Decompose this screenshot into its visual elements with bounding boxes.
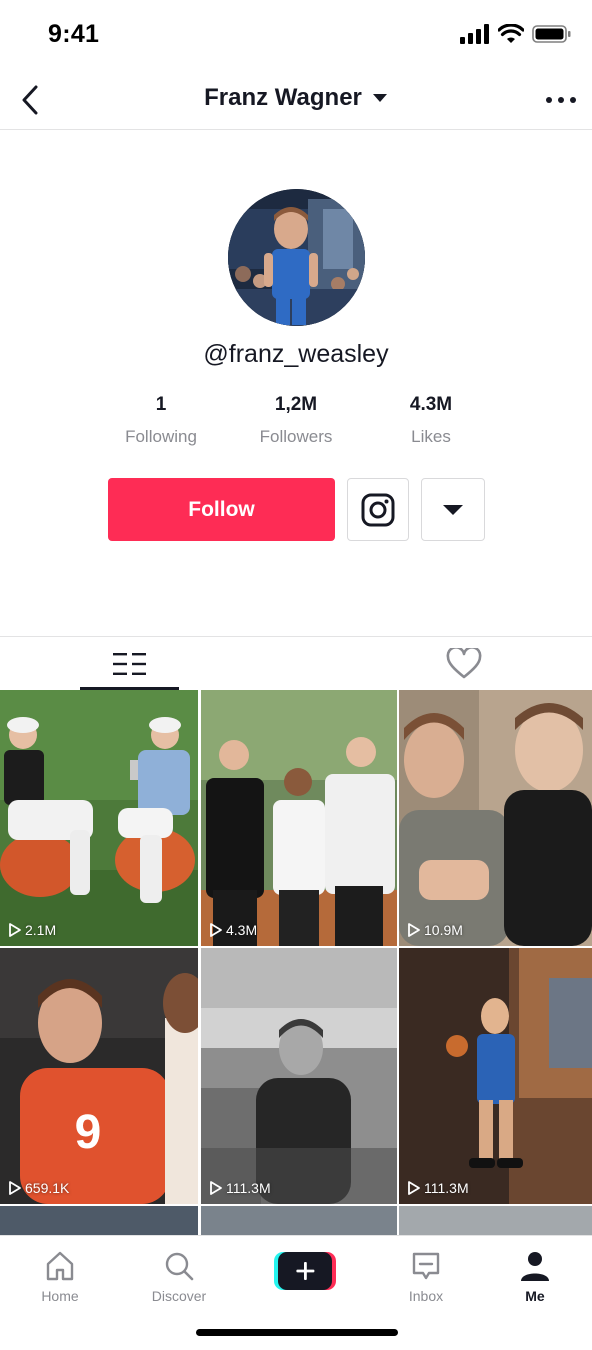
- video-thumbnail-image: [0, 690, 198, 946]
- profile-tabs: [0, 636, 592, 690]
- nav-discover-label: Discover: [151, 1288, 207, 1304]
- nav-me[interactable]: Me: [490, 1248, 580, 1304]
- followers-count: 1,2M: [274, 394, 318, 415]
- avatar-photo: [228, 189, 365, 326]
- ellipsis-icon: [546, 97, 576, 103]
- video-thumbnail-image: [399, 948, 592, 1204]
- status-time: 9:41: [48, 20, 100, 48]
- play-outline-icon: [210, 923, 222, 937]
- video-thumbnail-image: [201, 948, 397, 1204]
- following-label: Following: [125, 427, 197, 446]
- battery-icon: [532, 25, 571, 43]
- video-thumbnail[interactable]: [399, 1206, 592, 1235]
- status-icons: [460, 24, 572, 44]
- caret-down-icon: [443, 504, 463, 515]
- nav-me-label: Me: [525, 1288, 545, 1304]
- video-thumbnail[interactable]: 111.3M: [201, 948, 397, 1204]
- likes-count: 4.3M: [409, 394, 453, 415]
- followers-label: Followers: [259, 427, 333, 446]
- video-thumbnail-image: [201, 690, 397, 946]
- view-count: 4.3M: [208, 922, 257, 938]
- profile-handle: @franz_weasley: [203, 340, 389, 368]
- follow-button[interactable]: Follow: [108, 478, 335, 541]
- play-outline-icon: [408, 923, 420, 937]
- search-icon: [165, 1252, 194, 1281]
- plus-icon: [274, 1252, 336, 1290]
- video-grid: 2.1M 4.3M 10.9M 9 659.1K 111.3M 111.3M: [0, 690, 592, 1235]
- more-options-button[interactable]: [546, 88, 576, 112]
- bottom-nav: Home Discover Inbox Me: [0, 1235, 592, 1350]
- stat-followers[interactable]: 1,2M Followers: [221, 392, 371, 447]
- status-bar: 9:41: [0, 0, 592, 70]
- heart-outline-icon: [446, 648, 481, 679]
- view-count: 10.9M: [406, 922, 463, 938]
- tab-liked[interactable]: [414, 637, 513, 691]
- play-outline-icon: [210, 1181, 222, 1195]
- suggested-accounts-button[interactable]: [421, 478, 485, 541]
- grid-lines-icon: [112, 653, 146, 675]
- video-thumbnail[interactable]: 10.9M: [399, 690, 592, 946]
- svg-text:9: 9: [75, 1106, 102, 1159]
- view-count-text: 659.1K: [25, 1180, 70, 1196]
- play-outline-icon: [408, 1181, 420, 1195]
- view-count-text: 111.3M: [226, 1180, 271, 1196]
- nav-home[interactable]: Home: [15, 1248, 105, 1304]
- profile-stats: 1 Following 1,2M Followers 4.3M Likes: [0, 392, 592, 462]
- nav-discover[interactable]: Discover: [134, 1248, 224, 1304]
- instagram-icon: [361, 493, 395, 526]
- nav-home-label: Home: [41, 1288, 79, 1304]
- profile-header: Franz Wagner: [0, 70, 592, 130]
- create-button[interactable]: [274, 1252, 336, 1290]
- view-count-text: 111.3M: [424, 1180, 469, 1196]
- likes-label: Likes: [411, 427, 451, 446]
- video-thumbnail[interactable]: 4.3M: [201, 690, 397, 946]
- wifi-icon: [498, 24, 524, 43]
- video-thumbnail-image: [399, 690, 592, 946]
- play-outline-icon: [9, 1181, 21, 1195]
- view-count: 2.1M: [7, 922, 56, 938]
- page-title: Franz Wagner: [204, 84, 362, 111]
- stat-following[interactable]: 1 Following: [86, 392, 236, 447]
- nav-inbox-label: Inbox: [408, 1288, 444, 1304]
- view-count-text: 2.1M: [25, 922, 57, 938]
- nav-inbox[interactable]: Inbox: [381, 1248, 471, 1304]
- home-indicator: [196, 1329, 398, 1336]
- person-icon: [521, 1252, 549, 1281]
- view-count-text: 4.3M: [226, 922, 258, 938]
- account-switcher[interactable]: Franz Wagner: [0, 84, 592, 112]
- video-thumbnail[interactable]: [201, 1206, 397, 1235]
- view-count: 111.3M: [406, 1180, 469, 1196]
- view-count: 659.1K: [7, 1180, 69, 1196]
- inbox-icon: [412, 1252, 440, 1280]
- signal-icon: [460, 24, 489, 44]
- video-thumbnail[interactable]: 9 659.1K: [0, 948, 198, 1204]
- instagram-button[interactable]: [347, 478, 409, 541]
- view-count: 111.3M: [208, 1180, 271, 1196]
- view-count-text: 10.9M: [424, 922, 463, 938]
- tab-videos[interactable]: [80, 637, 179, 691]
- stat-likes[interactable]: 4.3M Likes: [356, 392, 506, 447]
- following-count: 1: [155, 394, 167, 415]
- video-thumbnail[interactable]: 111.3M: [399, 948, 592, 1204]
- play-outline-icon: [9, 923, 21, 937]
- home-icon: [46, 1251, 74, 1281]
- caret-down-icon: [372, 94, 387, 102]
- video-thumbnail[interactable]: 2.1M: [0, 690, 198, 946]
- video-thumbnail-image: 9: [0, 948, 198, 1204]
- video-thumbnail[interactable]: [0, 1206, 198, 1235]
- avatar[interactable]: [228, 189, 365, 326]
